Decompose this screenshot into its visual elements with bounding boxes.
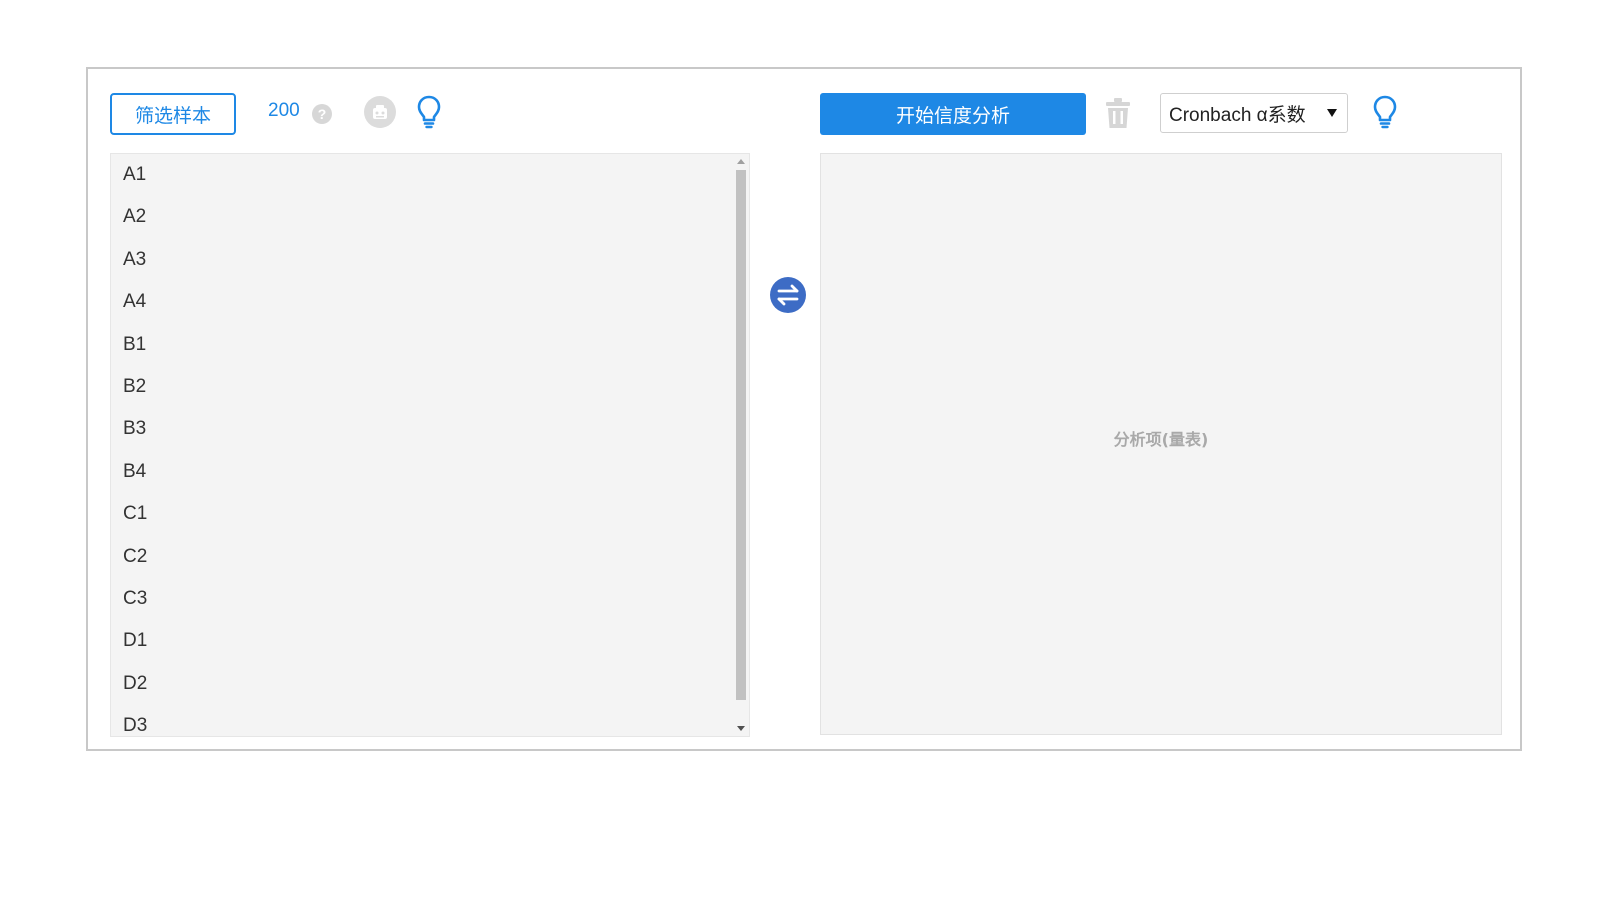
variable-list[interactable]: A1 A2 A3 A4 B1 B2 B3 B4 C1 C2 C3 D1 D2 D3: [110, 153, 750, 737]
swap-arrows-icon[interactable]: [770, 277, 806, 313]
variable-list-item[interactable]: D2: [111, 663, 731, 705]
variable-list-item[interactable]: C2: [111, 536, 731, 578]
variable-list-items: A1 A2 A3 A4 B1 B2 B3 B4 C1 C2 C3 D1 D2 D3: [111, 154, 731, 736]
variable-list-item[interactable]: B2: [111, 366, 731, 408]
scroll-thumb[interactable]: [736, 170, 746, 700]
variable-list-item[interactable]: B4: [111, 451, 731, 493]
trash-icon[interactable]: [1104, 96, 1132, 130]
variable-list-item[interactable]: B1: [111, 324, 731, 366]
variable-list-item[interactable]: B3: [111, 408, 731, 450]
variable-list-item[interactable]: A3: [111, 239, 731, 281]
method-select-value: Cronbach α系数: [1169, 104, 1306, 126]
variable-list-item[interactable]: C1: [111, 493, 731, 535]
chevron-down-icon: [1327, 109, 1337, 117]
robot-icon[interactable]: [364, 96, 396, 128]
reliability-analysis-panel: 筛选样本 200 ? A1 A2 A3 A4 B1 B2 B3 B4 C1 C2 C3 D1 D2 D3: [86, 67, 1522, 751]
variable-list-item[interactable]: C3: [111, 578, 731, 620]
variable-list-item[interactable]: A1: [111, 154, 731, 196]
scroll-down-arrow-icon[interactable]: [737, 726, 745, 731]
sample-count: 200: [268, 100, 300, 121]
variable-list-item[interactable]: A4: [111, 281, 731, 323]
variable-list-scrollbar[interactable]: [733, 154, 749, 736]
analysis-items-drop-area[interactable]: 分析项(量表): [820, 153, 1502, 735]
filter-sample-button[interactable]: 筛选样本: [110, 93, 236, 135]
start-reliability-analysis-button[interactable]: 开始信度分析: [820, 93, 1086, 135]
lightbulb-icon[interactable]: [1372, 95, 1398, 129]
method-select[interactable]: Cronbach α系数: [1160, 93, 1348, 133]
variable-list-item[interactable]: D3: [111, 705, 731, 736]
variable-list-item[interactable]: D1: [111, 620, 731, 662]
lightbulb-icon[interactable]: [416, 95, 442, 129]
help-icon[interactable]: ?: [312, 104, 332, 124]
variable-list-item[interactable]: A2: [111, 196, 731, 238]
scroll-up-arrow-icon[interactable]: [737, 159, 745, 164]
drop-area-placeholder: 分析项(量表): [1113, 430, 1209, 449]
